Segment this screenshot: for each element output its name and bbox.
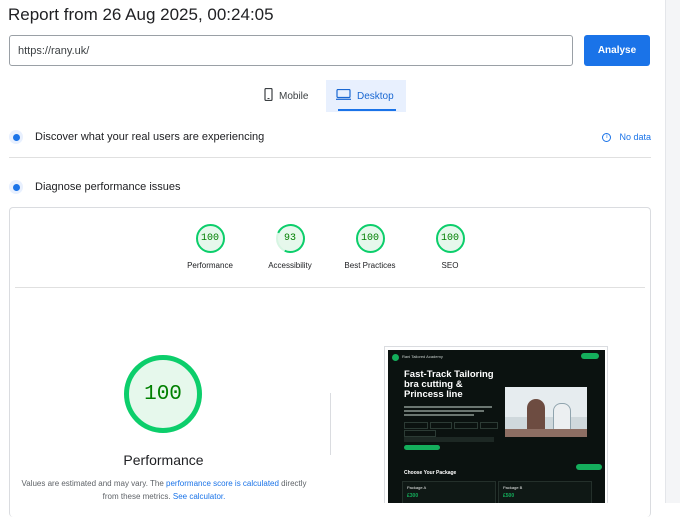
panel-divider — [15, 287, 645, 288]
site-chip — [454, 422, 478, 429]
package-label: Package B — [503, 485, 523, 490]
monitor-icon — [336, 88, 351, 103]
see-calculator-link[interactable]: See calculator. — [173, 492, 225, 501]
field-data-row: Discover what your real users are experi… — [9, 130, 651, 144]
score-circle: 93 — [271, 219, 309, 258]
tab-mobile[interactable]: Mobile — [254, 80, 318, 112]
site-cta — [404, 445, 440, 450]
gauge-best-practices[interactable]: 100 Best Practices — [330, 224, 410, 270]
tab-mobile-label: Mobile — [279, 90, 309, 102]
gauge-label: Accessibility — [268, 261, 312, 270]
package-price: £500 — [503, 493, 515, 499]
gauge-accessibility[interactable]: 93 Accessibility — [250, 219, 330, 270]
tab-desktop-label: Desktop — [357, 90, 394, 102]
field-data-text: Discover what your real users are experi… — [35, 131, 265, 143]
site-chip — [404, 430, 436, 437]
site-brand: Rani Tailored Academy — [402, 354, 443, 359]
gauge-label: Best Practices — [344, 261, 396, 270]
score-circle: 100 — [435, 224, 465, 253]
site-floating-button — [576, 464, 602, 470]
tab-desktop[interactable]: Desktop — [326, 80, 406, 112]
final-screenshot: Rani Tailored Academy Fast-Track Tailori… — [384, 346, 608, 503]
gauge-seo[interactable]: 100 SEO — [410, 224, 490, 270]
score-circle: 100 — [195, 224, 225, 253]
diagnose-row: Diagnose performance issues — [9, 180, 651, 194]
screenshot-image: Rani Tailored Academy Fast-Track Tailori… — [388, 350, 605, 503]
analyse-button[interactable]: Analyse — [584, 35, 650, 66]
gauge-performance[interactable]: 100 Performance — [170, 224, 250, 270]
package-price: £300 — [407, 493, 419, 499]
users-icon — [9, 130, 23, 144]
gauge-label: Performance — [187, 261, 233, 270]
site-header-button — [581, 353, 599, 359]
report-title: Report from 26 Aug 2025, 00:24:05 — [8, 5, 274, 24]
info-icon: i — [602, 132, 612, 142]
url-input[interactable] — [9, 35, 573, 66]
diagnose-text: Diagnose performance issues — [35, 181, 181, 193]
site-chip — [404, 422, 428, 429]
site-body-text — [404, 406, 492, 418]
vertical-divider — [330, 393, 331, 455]
no-data-label: No data — [619, 132, 651, 142]
performance-title: Performance — [123, 452, 204, 468]
package-label: Package A — [407, 485, 427, 490]
tab-selected-indicator — [338, 109, 396, 111]
no-data-link[interactable]: i No data — [602, 132, 651, 142]
lab-data-icon — [9, 180, 23, 194]
scrollbar-track[interactable] — [665, 0, 680, 503]
site-chip — [480, 422, 498, 429]
site-section-title: Choose Your Package — [404, 470, 457, 476]
site-package-card: Package B £500 — [498, 481, 592, 503]
performance-note: Values are estimated and may vary. The p… — [20, 477, 308, 503]
site-package-card: Package A £300 — [402, 481, 496, 503]
score-circle: 100 — [355, 224, 385, 253]
gauge-label: SEO — [441, 261, 459, 270]
site-rating-row — [404, 437, 494, 442]
section-divider — [9, 157, 651, 158]
note-text: Values are estimated and may vary. The — [21, 479, 166, 488]
site-hero-photo — [505, 387, 587, 437]
site-logo — [392, 354, 399, 361]
performance-score-gauge: 100 — [124, 355, 202, 433]
site-chip — [430, 422, 452, 429]
phone-icon — [264, 87, 273, 104]
score-calculated-link[interactable]: performance score is calculated — [166, 479, 279, 488]
site-headline: Fast-Track Tailoring bra cutting & Princ… — [404, 369, 494, 400]
